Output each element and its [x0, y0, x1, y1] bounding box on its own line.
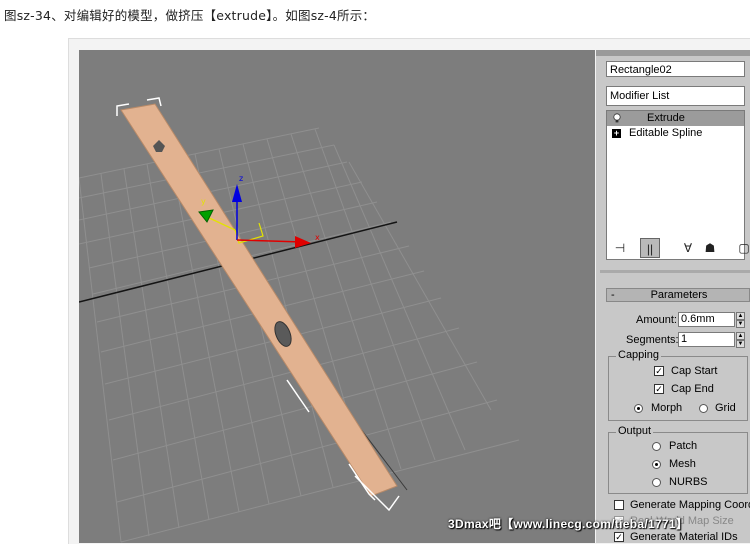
- panel-divider: [600, 270, 750, 273]
- cap-start-checkbox[interactable]: ✓: [654, 366, 664, 376]
- stack-toolbar: ⊣ || ∀ ☗ ▢: [606, 238, 750, 260]
- perspective-viewport[interactable]: z x y: [79, 50, 595, 543]
- stack-item-label: Editable Spline: [629, 127, 703, 139]
- mesh-label: Mesh: [669, 458, 696, 470]
- panel-tab-strip[interactable]: [596, 50, 750, 56]
- mesh-radio[interactable]: [652, 460, 661, 469]
- expand-plus-icon[interactable]: +: [612, 129, 621, 138]
- patch-label: Patch: [669, 440, 698, 452]
- parameters-rollout-header[interactable]: - Parameters: [606, 288, 750, 302]
- amount-label: Amount:: [636, 314, 677, 326]
- lightbulb-icon[interactable]: [613, 113, 621, 123]
- patch-radio[interactable]: [652, 442, 661, 451]
- remove-modifier-icon[interactable]: ☗: [700, 238, 720, 258]
- segments-input[interactable]: 1: [678, 332, 735, 347]
- show-end-result-icon[interactable]: ||: [640, 238, 660, 258]
- gen-mapping-checkbox[interactable]: [614, 500, 624, 510]
- gizmo-x-label: x: [315, 233, 320, 242]
- cap-end-label: Cap End: [671, 383, 714, 395]
- configure-sets-icon[interactable]: ▢: [734, 238, 750, 258]
- command-panel: Rectangle02 Modifier List Extrude + Edit…: [596, 50, 750, 543]
- amount-input[interactable]: 0.6mm: [678, 312, 735, 327]
- extruded-rectangle-object[interactable]: [120, 103, 398, 497]
- watermark-text: 3Dmax吧【www.linecg.com/tieba/1771】: [448, 517, 689, 531]
- rollout-title: Parameters: [650, 289, 708, 301]
- segments-label: Segments:: [626, 334, 679, 346]
- gizmo-z-label: z: [239, 174, 243, 183]
- grid-label: Grid: [715, 402, 736, 414]
- morph-label: Morph: [651, 402, 683, 414]
- make-unique-icon[interactable]: ∀: [678, 238, 698, 258]
- stack-item-editable-spline[interactable]: + Editable Spline: [607, 126, 744, 141]
- pin-stack-icon[interactable]: ⊣: [610, 238, 630, 258]
- segments-spinner[interactable]: ▲ ▼: [736, 332, 745, 348]
- stack-item-label: Extrude: [647, 112, 685, 124]
- object-name-field[interactable]: Rectangle02: [606, 61, 745, 77]
- viewport-scene: z x y: [79, 97, 520, 543]
- cap-start-label: Cap Start: [671, 365, 718, 377]
- cap-end-checkbox[interactable]: ✓: [654, 384, 664, 394]
- modifier-list-dropdown[interactable]: Modifier List: [606, 86, 745, 106]
- morph-radio[interactable]: [634, 404, 643, 413]
- gizmo-y-label: y: [201, 197, 206, 206]
- amount-spinner[interactable]: ▲ ▼: [736, 312, 745, 328]
- gizmo-x-axis[interactable]: [236, 239, 304, 243]
- gen-mapping-label: Generate Mapping Coord: [630, 499, 750, 511]
- output-title: Output: [616, 425, 654, 437]
- gen-material-checkbox[interactable]: ✓: [614, 532, 624, 542]
- capping-title: Capping: [616, 349, 661, 361]
- nurbs-radio[interactable]: [652, 478, 661, 487]
- stack-item-extrude[interactable]: Extrude: [607, 111, 744, 126]
- page-caption: 图sz-34、对编辑好的模型，做挤压【extrude】。如图sz-4所示：: [4, 8, 376, 23]
- nurbs-label: NURBS: [669, 476, 708, 488]
- grid-radio[interactable]: [699, 404, 708, 413]
